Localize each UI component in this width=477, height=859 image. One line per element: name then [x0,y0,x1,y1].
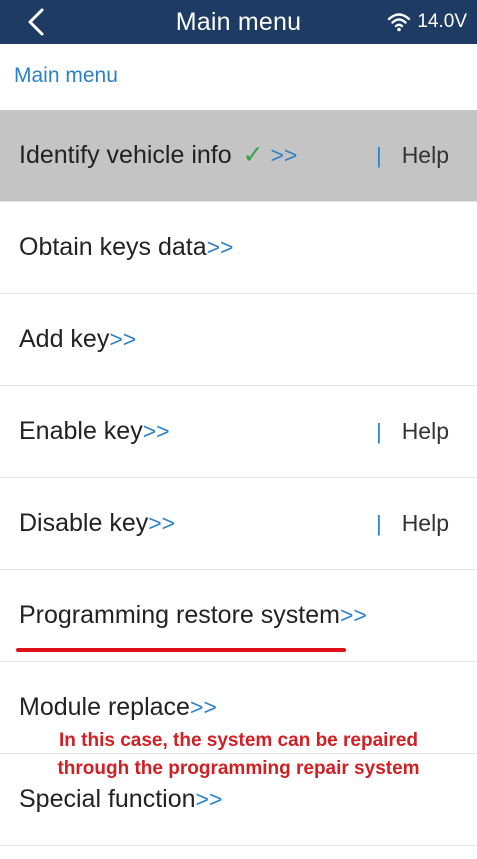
help-link[interactable]: Help [402,510,449,537]
menu-item-label: Programming restore system [19,601,340,629]
status-area: 14.0V [387,0,467,44]
help-area: | Help [376,110,449,201]
app-header: Main menu 14.0V [0,0,477,44]
breadcrumb[interactable]: Main menu [14,64,118,88]
menu-item-text: Identify vehicle info ✓ >> [19,110,297,201]
menu-item-label: Add key [19,325,110,353]
menu-item-identify-vehicle-info[interactable]: Identify vehicle info ✓ >> | Help [0,110,477,202]
arrow-icon: >> [339,602,367,628]
menu-item-label: Disable key [19,509,149,537]
menu-item-text: Disable key>> [19,478,175,569]
voltage-readout: 14.0V [417,11,467,32]
menu-item-label: Enable key [19,417,143,445]
menu-item-label: Identify vehicle info [19,141,232,169]
help-area: | Help [376,386,449,477]
help-area: | Help [376,478,449,569]
arrow-icon: >> [142,418,170,444]
menu-item-label: Special function [19,785,196,813]
menu-item-obtain-keys-data[interactable]: Obtain keys data>> [0,202,477,294]
help-link[interactable]: Help [402,418,449,445]
help-separator: | [375,142,382,168]
arrow-icon: >> [148,510,176,536]
arrow-icon: >> [189,694,217,720]
red-underline-annotation [16,648,346,652]
annotation-line-2: through the programming repair system [57,758,420,779]
help-link[interactable]: Help [402,142,449,169]
menu-item-label: Obtain keys data [19,233,207,261]
arrow-icon: >> [206,234,234,260]
help-separator: | [375,418,382,444]
wifi-icon [388,13,411,32]
arrow-icon: >> [270,142,298,168]
arrow-icon: >> [195,786,223,812]
menu-item-add-key[interactable]: Add key>> [0,294,477,386]
menu-item-enable-key[interactable]: Enable key>> | Help [0,386,477,478]
menu-item-label: Module replace [19,693,190,721]
check-icon: ✓ [242,141,264,169]
menu-item-text: Obtain keys data>> [19,202,234,293]
help-separator: | [375,510,382,536]
annotation-line-1: In this case, the system can be repaired [58,730,419,751]
breadcrumb-bar: Main menu [0,44,477,110]
arrow-icon: >> [109,326,137,352]
menu-item-text: Enable key>> [19,386,170,477]
menu-item-text: Add key>> [19,294,136,385]
menu-item-disable-key[interactable]: Disable key>> | Help [0,478,477,570]
